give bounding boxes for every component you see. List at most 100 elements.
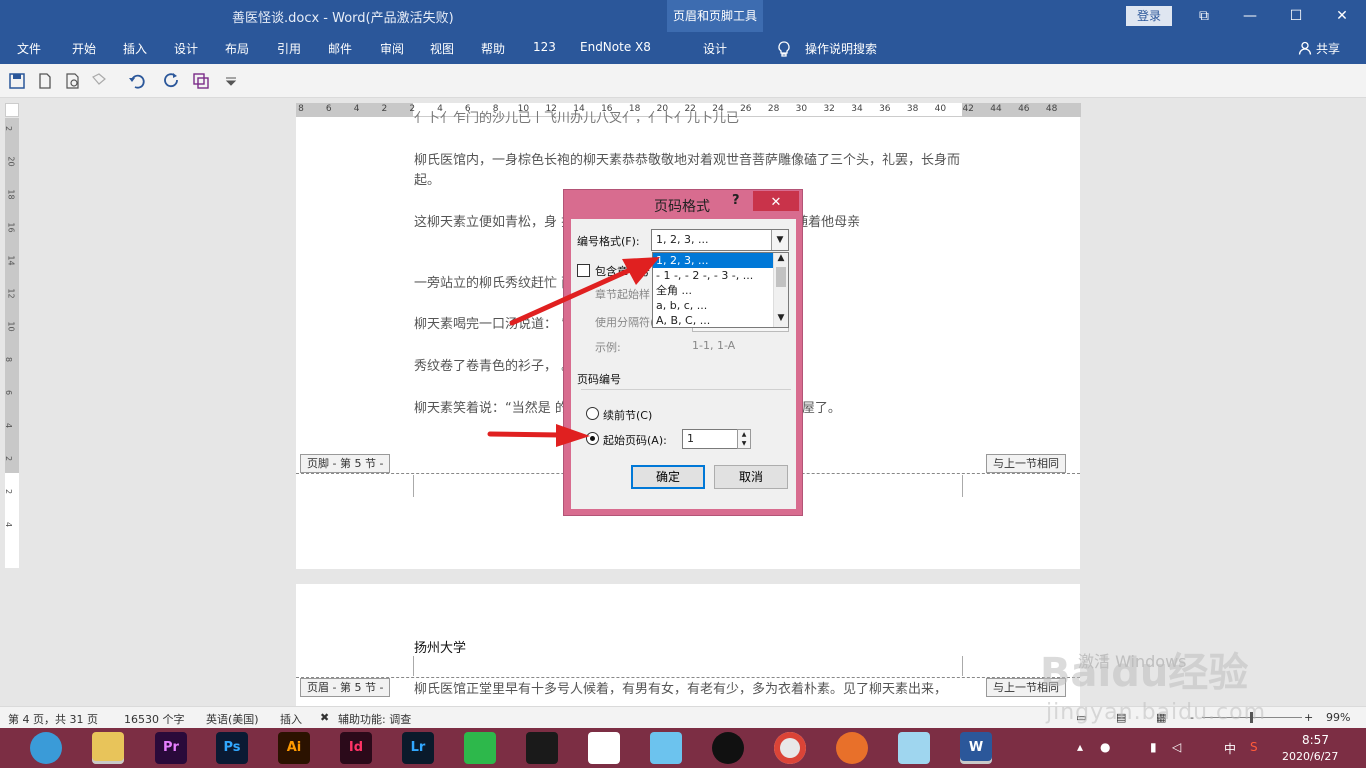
chrome-icon[interactable] [774,732,806,764]
number-format-dropdown-list[interactable]: 1, 2, 3, ... - 1 -, - 2 -, - 3 -, ... 全角… [652,252,789,328]
share-button[interactable]: 共享 [1316,40,1340,57]
ribbon-display-icon[interactable]: ⧉ [1193,6,1215,26]
tray-expand-icon[interactable]: ▴ [1077,740,1083,754]
include-chapter-checkbox[interactable] [577,264,590,277]
format-painter-icon[interactable] [90,72,108,90]
tab-endnote[interactable]: EndNote X8 [580,40,651,54]
scroll-up-icon[interactable]: ▲ [774,253,788,263]
app-icon[interactable] [588,732,620,764]
browser-app-icon[interactable] [30,732,62,764]
vertical-ruler-footer-zone [5,473,19,568]
ime-indicator[interactable]: 中 [1224,740,1236,757]
tab-insert[interactable]: 插入 [123,40,147,57]
header-text[interactable]: 扬州大学 [414,639,964,659]
sogou-ime-icon[interactable]: S [1250,740,1258,754]
page-numbering-heading: 页码编号 [577,373,621,386]
photoshop-icon[interactable]: Ps [216,732,248,764]
tab-view[interactable]: 视图 [430,40,454,57]
app-icon[interactable] [898,732,930,764]
save-icon[interactable] [8,72,26,90]
tab-selector[interactable] [5,103,19,117]
volume-icon[interactable]: ◁ [1172,740,1181,754]
zoom-in-button[interactable]: + [1304,711,1313,724]
ruler-number: 4 [4,422,14,429]
app-icon[interactable] [836,732,868,764]
illustrator-icon[interactable]: Ai [278,732,310,764]
continue-previous-radio[interactable] [586,407,599,420]
redo-icon[interactable] [163,72,181,90]
margin-corner [413,475,414,497]
login-button[interactable]: 登录 [1126,6,1172,26]
format-option[interactable]: - 1 -, - 2 -, - 3 -, ... [653,268,775,283]
ruler-number: 46 [1018,104,1030,114]
premiere-icon[interactable]: Pr [155,732,187,764]
scroll-thumb[interactable] [776,267,786,287]
clock-date[interactable]: 2020/6/27 [1282,750,1338,763]
ok-button[interactable]: 确定 [631,465,705,489]
zoom-level[interactable]: 99% [1326,711,1350,724]
app-icon[interactable] [464,732,496,764]
tab-home[interactable]: 开始 [72,40,96,57]
insert-mode[interactable]: 插入 [280,711,302,727]
dialog-close-button[interactable]: ✕ [753,191,799,211]
ruler-number: 2 [4,125,14,132]
document-page[interactable]: 扬州大学 页眉 - 第 5 节 - 与上一节相同 柳氏医馆正堂里早有十多号人候着… [296,584,1080,706]
tab-file[interactable]: 文件 [17,40,41,57]
language-indicator[interactable]: 英语(美国) [206,711,259,727]
baidu-url-watermark: jingyan.baidu.com [1046,700,1267,725]
file-explorer-icon[interactable] [92,732,124,764]
number-format-value: 1, 2, 3, ... [656,233,709,246]
tab-review[interactable]: 审阅 [380,40,404,57]
number-format-label: 编号格式(F): [577,235,640,248]
clock-time[interactable]: 8:57 [1302,733,1329,747]
number-format-select[interactable]: 1, 2, 3, ... ▼ [651,229,789,251]
start-at-radio[interactable] [586,432,599,445]
format-option[interactable]: A, B, C, ... [653,313,775,327]
print-preview-icon[interactable] [64,72,82,90]
word-icon[interactable]: W [960,732,992,764]
cancel-button[interactable]: 取消 [714,465,788,489]
header-separator [296,677,1080,678]
video-editor-icon[interactable] [526,732,558,764]
chat-app-icon[interactable] [650,732,682,764]
start-at-input[interactable]: 1 [682,429,742,449]
undo-icon[interactable] [128,72,146,90]
include-chapter-label: 包含章节号 [595,265,650,278]
tab-design[interactable]: 设计 [174,40,198,57]
paragraph[interactable]: 柳氏医馆正堂里早有十多号人候着，有男有女，有老有少，多为衣着朴素。见了柳天素出来… [414,680,964,700]
maximize-button[interactable]: ☐ [1285,6,1307,26]
qq-icon[interactable] [712,732,744,764]
dialog-title-bar[interactable]: 页码格式 ? ✕ [564,190,802,218]
start-at-spinner[interactable]: ▲ ▼ [737,429,751,449]
ruler-number: 4 [353,104,360,114]
tray-icon[interactable]: ● [1100,740,1110,754]
lightroom-icon[interactable]: Lr [402,732,434,764]
format-option[interactable]: 1, 2, 3, ... [653,253,775,268]
indesign-icon[interactable]: Id [340,732,372,764]
close-window-button[interactable]: ✕ [1331,6,1353,26]
tab-help[interactable]: 帮助 [481,40,505,57]
scroll-down-icon[interactable]: ▼ [774,313,788,323]
tab-references[interactable]: 引用 [277,40,301,57]
word-count[interactable]: 16530 个字 [124,711,185,727]
help-icon[interactable]: ? [732,193,740,208]
format-option[interactable]: 全角 ... [653,283,775,298]
tab-layout[interactable]: 布局 [225,40,249,57]
customize-qat-icon[interactable] [222,72,240,90]
tab-mailings[interactable]: 邮件 [328,40,352,57]
new-document-icon[interactable] [36,72,54,90]
format-option[interactable]: a, b, c, ... [653,298,775,313]
paragraph[interactable]: 柳氏医馆内，一身棕色长袍的柳天素恭恭敬敬地对着观世音菩萨雕像磕了三个头，礼罢，长… [414,151,964,191]
accessibility-status[interactable]: 辅助功能: 调查 [338,711,411,727]
chevron-down-icon[interactable]: ▼ [771,230,788,250]
minimize-button[interactable]: — [1239,6,1261,26]
lightbulb-icon [778,41,790,57]
tab-123[interactable]: 123 [533,40,556,54]
list-scrollbar[interactable]: ▲ ▼ [773,253,788,327]
tell-me-search[interactable]: 操作说明搜索 [805,40,877,57]
tab-header-footer-design[interactable]: 设计 [703,40,727,57]
battery-icon[interactable]: ▮ [1150,740,1157,754]
duplicate-icon[interactable] [192,72,210,90]
page-count[interactable]: 第 4 页，共 31 页 [8,711,98,727]
continue-previous-label: 续前节(C) [603,409,653,422]
